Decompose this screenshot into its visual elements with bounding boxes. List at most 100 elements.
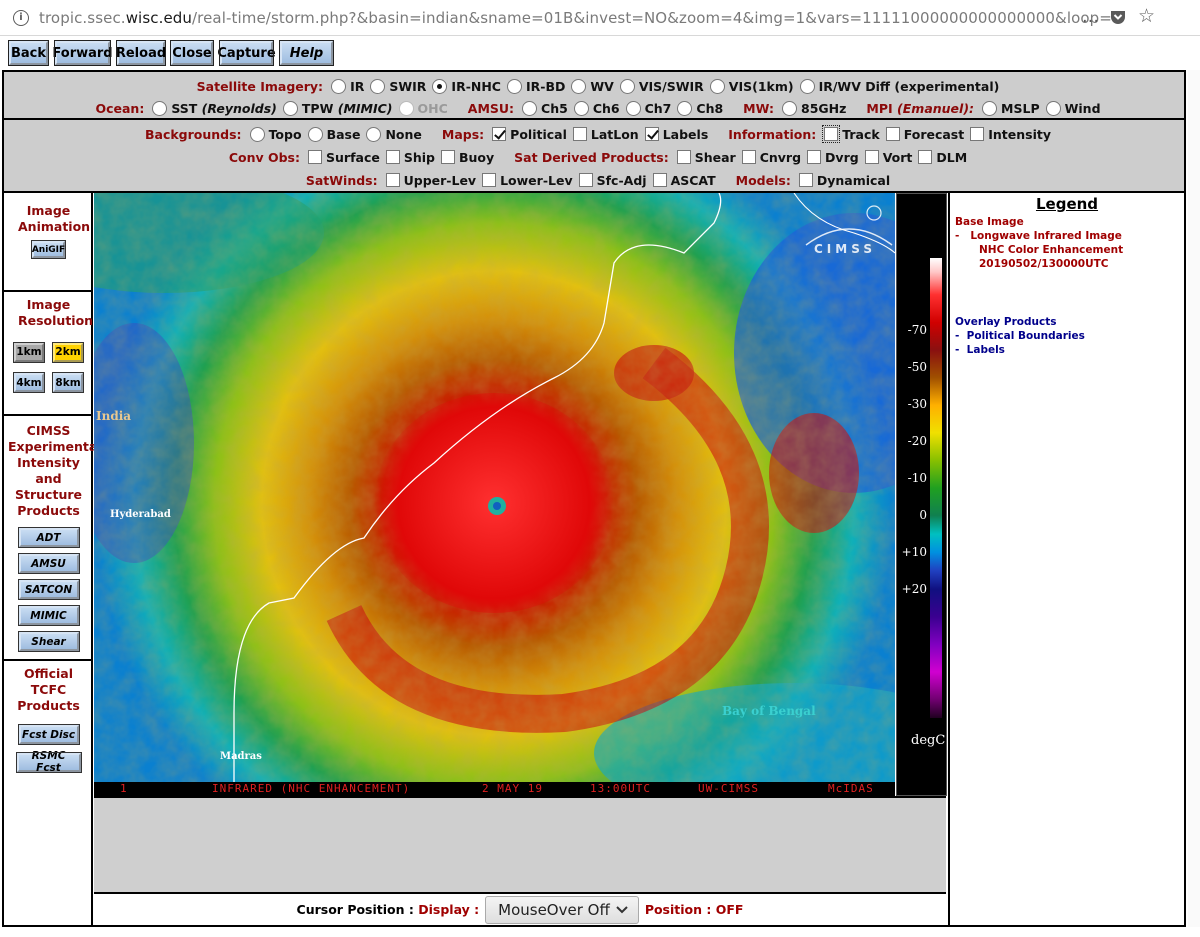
- radio-ir[interactable]: [331, 78, 347, 94]
- opt-lower-lev[interactable]: Lower-Lev: [482, 173, 573, 188]
- checkbox-track[interactable]: [822, 125, 841, 143]
- close-button[interactable]: Close: [170, 40, 214, 66]
- radio-vis-swir[interactable]: [619, 78, 635, 94]
- sat-opt-ir[interactable]: IR: [331, 78, 364, 94]
- opt-dynamical[interactable]: Dynamical: [798, 173, 890, 188]
- more-actions-icon[interactable]: …: [1082, 7, 1099, 27]
- back-button[interactable]: Back: [8, 40, 49, 66]
- rsmc-fcst-button[interactable]: RSMC Fcst: [15, 750, 82, 774]
- opt-cnvrg[interactable]: Cnvrg: [741, 150, 801, 165]
- radio-topo[interactable]: [249, 126, 265, 142]
- opt-sst[interactable]: SST (Reynolds): [152, 100, 277, 116]
- opt-track[interactable]: Track: [822, 125, 880, 143]
- radio-tpw[interactable]: [282, 100, 298, 116]
- sat-opt-wv[interactable]: WV: [571, 78, 614, 94]
- checkbox-intensity[interactable]: [970, 127, 985, 141]
- opt-political[interactable]: Political: [492, 127, 567, 142]
- radio-ir-bd[interactable]: [506, 78, 522, 94]
- radio-ch5[interactable]: [522, 100, 538, 116]
- shear-button[interactable]: Shear: [17, 631, 80, 652]
- radio-ch8[interactable]: [677, 100, 693, 116]
- opt-ch5[interactable]: Ch5: [522, 100, 568, 116]
- checkbox-cnvrg[interactable]: [741, 150, 756, 164]
- opt-topo[interactable]: Topo: [249, 126, 302, 142]
- opt-labels[interactable]: Labels: [644, 127, 708, 142]
- page-scrollbar[interactable]: [1188, 70, 1200, 927]
- checkbox-shear[interactable]: [676, 150, 691, 164]
- opt-ch6[interactable]: Ch6: [573, 100, 620, 116]
- radio-vis-1km[interactable]: [709, 78, 725, 94]
- opt-tpw[interactable]: TPW (MIMIC): [282, 100, 393, 116]
- radio-sst[interactable]: [152, 100, 168, 116]
- opt-ch8[interactable]: Ch8: [677, 100, 723, 116]
- radio-ir-nhc[interactable]: [432, 78, 448, 94]
- radio-85ghz[interactable]: [782, 100, 798, 116]
- site-info-icon[interactable]: i: [13, 9, 29, 26]
- opt-forecast[interactable]: Forecast: [885, 127, 964, 142]
- satcon-button[interactable]: SATCON: [17, 579, 80, 600]
- opt-wind[interactable]: Wind: [1045, 100, 1101, 116]
- adt-button[interactable]: ADT: [17, 527, 80, 548]
- checkbox-sfc-adj[interactable]: [578, 173, 593, 187]
- opt-mslp[interactable]: MSLP: [982, 100, 1040, 116]
- opt-sfc-adj[interactable]: Sfc-Adj: [578, 173, 647, 188]
- checkbox-ascat[interactable]: [652, 173, 667, 187]
- bookmark-star-icon[interactable]: ☆: [1138, 5, 1155, 27]
- checkbox-political[interactable]: [492, 127, 507, 141]
- opt-base[interactable]: Base: [307, 126, 360, 142]
- opt-ch7[interactable]: Ch7: [625, 100, 671, 116]
- sat-opt-vis-swir[interactable]: VIS/SWIR: [619, 78, 704, 94]
- res-4km-button[interactable]: 4km: [12, 372, 45, 393]
- opt-dvrg[interactable]: Dvrg: [807, 150, 859, 165]
- checkbox-latlon[interactable]: [572, 127, 587, 141]
- opt-shear[interactable]: Shear: [676, 150, 736, 165]
- anigif-button[interactable]: AniGIF: [31, 240, 66, 259]
- checkbox-upper-lev[interactable]: [385, 173, 400, 187]
- sat-opt-ir-bd[interactable]: IR-BD: [506, 78, 565, 94]
- opt-85ghz[interactable]: 85GHz: [782, 100, 846, 116]
- checkbox-vort[interactable]: [864, 150, 879, 164]
- opt-vort[interactable]: Vort: [864, 150, 912, 165]
- sat-opt-swir[interactable]: SWIR: [370, 78, 426, 94]
- radio-wv[interactable]: [571, 78, 587, 94]
- url-text[interactable]: tropic.ssec.wisc.edu/real-time/storm.php…: [39, 9, 1122, 27]
- radio-none[interactable]: [366, 126, 382, 142]
- opt-dlm[interactable]: DLM: [918, 150, 967, 165]
- sat-opt-irwv-diff[interactable]: IR/WV Diff (experimental): [799, 78, 999, 94]
- satellite-image[interactable]: CIMSS India Hyderabad Madras Bay of Beng…: [94, 193, 895, 782]
- checkbox-buoy[interactable]: [440, 150, 455, 164]
- opt-surface[interactable]: Surface: [308, 150, 380, 165]
- res-2km-button[interactable]: 2km: [52, 341, 85, 363]
- radio-swir[interactable]: [370, 78, 386, 94]
- opt-intensity[interactable]: Intensity: [970, 127, 1051, 142]
- checkbox-dvrg[interactable]: [807, 150, 822, 164]
- res-8km-button[interactable]: 8km: [52, 372, 85, 393]
- display-select[interactable]: MouseOver Off: [485, 895, 639, 924]
- opt-upper-lev[interactable]: Upper-Lev: [385, 173, 476, 188]
- checkbox-surface[interactable]: [308, 150, 322, 164]
- capture-button[interactable]: Capture: [217, 40, 276, 66]
- radio-base[interactable]: [307, 126, 323, 142]
- checkbox-dlm[interactable]: [918, 150, 933, 164]
- opt-latlon[interactable]: LatLon: [572, 127, 639, 142]
- checkbox-labels[interactable]: [644, 127, 659, 141]
- forward-button[interactable]: Forward: [52, 40, 113, 66]
- radio-wind[interactable]: [1045, 100, 1061, 116]
- reload-button[interactable]: Reload: [116, 40, 166, 66]
- sat-opt-vis-1km[interactable]: VIS(1km): [709, 78, 794, 94]
- help-button[interactable]: Help: [279, 40, 334, 66]
- fcst-disc-button[interactable]: Fcst Disc: [17, 724, 80, 745]
- checkbox-forecast[interactable]: [885, 127, 900, 141]
- opt-buoy[interactable]: Buoy: [440, 150, 494, 165]
- radio-irwv-diff[interactable]: [799, 78, 815, 94]
- radio-ch6[interactable]: [573, 100, 589, 116]
- radio-mslp[interactable]: [982, 100, 998, 116]
- checkbox-lower-lev[interactable]: [482, 173, 497, 187]
- radio-ch7[interactable]: [625, 100, 641, 116]
- opt-none[interactable]: None: [366, 126, 422, 142]
- mimic-button[interactable]: MIMIC: [17, 605, 80, 626]
- opt-ascat[interactable]: ASCAT: [652, 173, 716, 188]
- res-1km-button[interactable]: 1km: [12, 341, 45, 363]
- checkbox-dynamical[interactable]: [798, 173, 813, 187]
- amsu-button[interactable]: AMSU: [17, 553, 80, 574]
